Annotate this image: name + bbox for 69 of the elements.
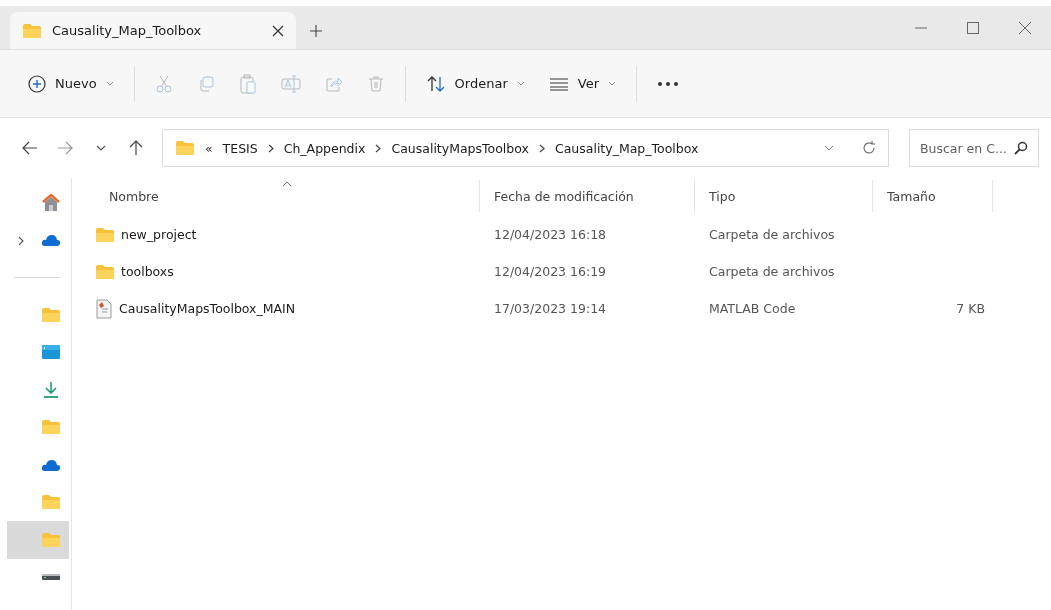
folder-icon [95, 226, 115, 243]
more-icon [657, 80, 679, 87]
file-row[interactable]: new_project 12/04/2023 16:18 Carpeta de archivos [95, 216, 1051, 253]
up-icon[interactable] [129, 140, 144, 156]
close-icon[interactable] [272, 24, 284, 37]
sort-button[interactable]: Ordenar [415, 65, 535, 102]
modified-date: 12/04/2023 16:18 [494, 227, 607, 242]
forward-icon[interactable] [57, 141, 74, 155]
modified-date: 17/03/2023 19:14 [494, 301, 607, 316]
caret-icon [516, 81, 525, 86]
search-icon [1014, 141, 1028, 155]
desktop-icon [41, 344, 61, 361]
chevron-icon [538, 143, 545, 153]
add-icon [28, 74, 46, 93]
script-file-icon [95, 298, 113, 319]
file-type: Carpeta de archivos [709, 264, 835, 279]
file-row[interactable]: CausalityMapsToolbox_MAIN 17/03/2023 19:14 MATLAB Code 7 KB [95, 290, 1051, 327]
column-header[interactable]: Tamaño [873, 180, 993, 212]
list-view-icon [548, 76, 569, 91]
breadcrumb[interactable]: Ch_Appendix [283, 140, 366, 156]
breadcrumb[interactable]: CausalityMapsToolbox [391, 140, 529, 156]
column-header[interactable]: Nombre [95, 180, 480, 212]
overflow-marker[interactable]: « [204, 140, 213, 156]
address-bar[interactable]: « TESIS Ch_Appendix CausalityMapsToolbox Causality_Map_Toolbox [161, 129, 889, 167]
folder-icon [174, 140, 195, 156]
add-tab-icon[interactable] [310, 24, 322, 37]
paste-icon [238, 73, 257, 94]
drive-icon [41, 572, 61, 583]
expand-icon[interactable] [18, 235, 24, 246]
rename-icon [280, 74, 301, 93]
home-icon [41, 193, 61, 212]
breadcrumb[interactable]: TESIS [222, 140, 258, 156]
folder-icon [41, 494, 61, 511]
delete-icon [366, 74, 385, 93]
folder-icon [41, 306, 61, 323]
caret-icon [608, 81, 616, 86]
cut-icon [154, 74, 173, 93]
cloud-icon [41, 457, 61, 472]
file-type: MATLAB Code [709, 301, 796, 316]
new-button[interactable]: Nuevo [18, 65, 124, 102]
file-size: 7 KB [956, 301, 985, 316]
dropdown-icon[interactable] [823, 145, 834, 151]
folder-icon [41, 531, 61, 548]
caret-icon [105, 81, 114, 86]
folder-icon [41, 419, 61, 436]
breadcrumb[interactable]: Causality_Map_Toolbox [554, 140, 699, 156]
file-name: CausalityMapsToolbox_MAIN [119, 301, 296, 316]
file-type: Carpeta de archivos [709, 227, 835, 242]
window-tab[interactable]: Causality_Map_Toolbox [10, 12, 296, 49]
recent-icon[interactable] [95, 145, 106, 151]
back-icon[interactable] [21, 141, 38, 155]
folder-icon [95, 263, 115, 280]
sort-icon [425, 74, 446, 93]
folder-icon [22, 22, 42, 39]
file-name: toolboxs [121, 264, 174, 279]
cloud-icon [41, 233, 61, 248]
chevron-icon [267, 143, 274, 153]
file-row[interactable]: toolboxs 12/04/2023 16:19 Carpeta de archivos [95, 253, 1051, 290]
view-button[interactable]: Ver [538, 65, 626, 102]
search-field[interactable]: Buscar en C... [908, 129, 1039, 167]
refresh-icon[interactable] [861, 141, 876, 155]
maximize-icon[interactable] [967, 22, 979, 34]
column-header[interactable]: Fecha de modificación [480, 180, 695, 212]
file-name: new_project [121, 227, 197, 242]
chevron-icon [375, 143, 382, 153]
modified-date: 12/04/2023 16:19 [494, 264, 607, 279]
download-icon [43, 380, 59, 399]
column-header[interactable]: Tipo [695, 180, 873, 212]
tab-title: Causality_Map_Toolbox [52, 23, 203, 38]
